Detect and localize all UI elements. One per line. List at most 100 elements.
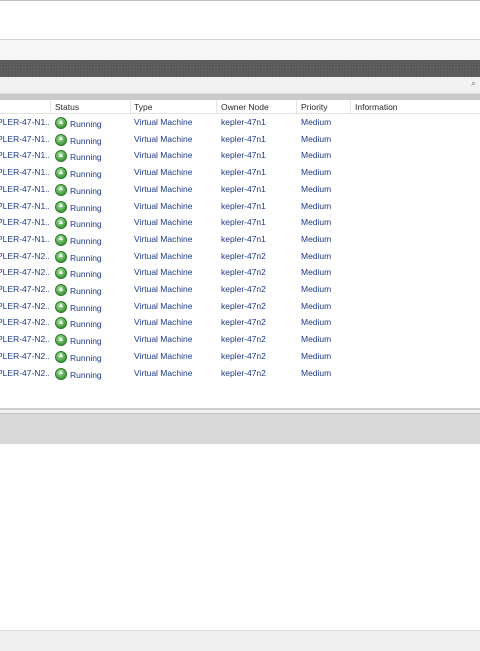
owner-node-cell: kepler-47n2 xyxy=(221,334,266,345)
role-name-cell: PLER-47-N1... xyxy=(0,217,49,228)
table-row[interactable]: PLER-47-N2... Running Virtual Machine keple… xyxy=(0,264,480,281)
role-name-cell: PLER-47-N1... xyxy=(0,183,49,194)
status-cell: Running xyxy=(55,217,102,230)
role-name-cell: PLER-47-N2... xyxy=(0,300,49,311)
table-row[interactable]: PLER-47-N1... Running Virtual Machine keple… xyxy=(0,131,480,148)
owner-node-cell: kepler-47n1 xyxy=(221,217,266,228)
type-cell: Virtual Machine xyxy=(134,150,193,161)
running-arrow-icon xyxy=(55,367,67,380)
table-row[interactable]: PLER-47-N1... Running Virtual Machine keple… xyxy=(0,231,480,248)
table-row[interactable]: PLER-47-N2... Running Virtual Machine keple… xyxy=(0,298,480,315)
column-header-information[interactable]: Information xyxy=(355,102,398,112)
owner-node-cell: kepler-47n1 xyxy=(221,117,266,127)
owner-node-cell: kepler-47n2 xyxy=(221,317,266,328)
type-cell: Virtual Machine xyxy=(134,167,193,178)
status-text: Running xyxy=(70,152,102,163)
running-arrow-icon xyxy=(55,217,67,230)
role-name-cell: PLER-47-N1... xyxy=(0,200,49,211)
table-row[interactable]: PLER-47-N1... Running Virtual Machine keple… xyxy=(0,114,480,131)
role-name-cell: PLER-47-N2... xyxy=(0,284,49,294)
priority-cell: Medium xyxy=(301,350,332,361)
running-arrow-icon xyxy=(55,334,67,347)
owner-node-cell: kepler-47n1 xyxy=(221,133,266,144)
table-row[interactable]: PLER-47-N1... Running Virtual Machine keple… xyxy=(0,181,480,198)
status-text: Running xyxy=(70,302,102,313)
owner-node-cell: kepler-47n2 xyxy=(221,284,266,294)
table-row[interactable]: PLER-47-N2... Running Virtual Machine keple… xyxy=(0,314,480,331)
status-text: Running xyxy=(70,185,102,196)
status-cell: Running xyxy=(55,200,102,213)
table-row[interactable]: PLER-47-N1... Running Virtual Machine keple… xyxy=(0,198,480,215)
owner-node-cell: kepler-47n2 xyxy=(221,250,266,261)
running-arrow-icon xyxy=(55,200,67,213)
status-text: Running xyxy=(70,219,102,230)
owner-node-cell: kepler-47n1 xyxy=(221,200,266,211)
status-text: Running xyxy=(70,336,102,347)
status-text: Running xyxy=(70,369,102,380)
type-cell: Virtual Machine xyxy=(134,117,193,127)
status-text: Running xyxy=(70,119,102,129)
status-text: Running xyxy=(70,352,102,363)
running-arrow-icon xyxy=(55,317,67,330)
type-cell: Virtual Machine xyxy=(134,133,193,144)
search-icon[interactable]: ⌕ xyxy=(471,78,476,89)
running-arrow-icon xyxy=(55,284,67,296)
role-name-cell: PLER-47-N1... xyxy=(0,150,49,161)
search-row[interactable]: ⌕ xyxy=(0,77,480,94)
pane-gap xyxy=(0,40,480,60)
column-separator[interactable] xyxy=(130,100,131,113)
status-cell: Running xyxy=(55,250,102,263)
type-cell: Virtual Machine xyxy=(134,317,193,328)
column-header-status[interactable]: Status xyxy=(55,102,79,112)
running-arrow-icon xyxy=(55,117,67,129)
type-cell: Virtual Machine xyxy=(134,267,193,278)
table-row[interactable]: PLER-47-N1... Running Virtual Machine keple… xyxy=(0,147,480,164)
table-row[interactable]: PLER-47-N1... Running Virtual Machine keple… xyxy=(0,214,480,231)
table-row[interactable]: PLER-47-N2... Running Virtual Machine keple… xyxy=(0,281,480,298)
column-header-priority[interactable]: Priority xyxy=(301,102,327,112)
status-text: Running xyxy=(70,269,102,280)
column-separator[interactable] xyxy=(50,100,51,113)
column-header-type[interactable]: Type xyxy=(134,102,152,112)
toolbar-area xyxy=(0,1,480,38)
running-arrow-icon xyxy=(55,350,67,363)
priority-cell: Medium xyxy=(301,300,332,311)
details-area xyxy=(0,444,480,630)
owner-node-cell: kepler-47n2 xyxy=(221,367,266,378)
status-cell: Running xyxy=(55,183,102,196)
column-header-owner-node[interactable]: Owner Node xyxy=(221,102,269,112)
type-cell: Virtual Machine xyxy=(134,217,193,228)
status-text: Running xyxy=(70,252,102,263)
status-text: Running xyxy=(70,169,102,180)
status-cell: Running xyxy=(55,300,102,313)
running-arrow-icon xyxy=(55,183,67,196)
roles-grid: Status Type Owner Node Priority Informat… xyxy=(0,100,480,410)
status-cell: Running xyxy=(55,150,102,163)
type-cell: Virtual Machine xyxy=(134,233,193,244)
running-arrow-icon xyxy=(55,300,67,313)
table-row[interactable]: PLER-47-N2... Running Virtual Machine keple… xyxy=(0,365,480,382)
status-cell: Running xyxy=(55,350,102,363)
role-name-cell: PLER-47-N2... xyxy=(0,334,49,345)
column-separator[interactable] xyxy=(216,100,217,113)
grid-header: Status Type Owner Node Priority Informat… xyxy=(0,100,480,114)
priority-cell: Medium xyxy=(301,167,332,178)
owner-node-cell: kepler-47n1 xyxy=(221,167,266,178)
priority-cell: Medium xyxy=(301,200,332,211)
status-cell: Running xyxy=(55,167,102,180)
priority-cell: Medium xyxy=(301,217,332,228)
running-arrow-icon xyxy=(55,233,67,246)
type-cell: Virtual Machine xyxy=(134,367,193,378)
status-cell: Running xyxy=(55,317,102,330)
table-row[interactable]: PLER-47-N2... Running Virtual Machine keple… xyxy=(0,348,480,365)
column-separator[interactable] xyxy=(350,100,351,113)
status-text: Running xyxy=(70,235,102,246)
table-row[interactable]: PLER-47-N2... Running Virtual Machine keple… xyxy=(0,331,480,348)
role-name-cell: PLER-47-N2... xyxy=(0,350,49,361)
table-row[interactable]: PLER-47-N1... Running Virtual Machine keple… xyxy=(0,164,480,181)
priority-cell: Medium xyxy=(301,367,332,378)
type-cell: Virtual Machine xyxy=(134,284,193,294)
status-cell: Running xyxy=(55,367,102,380)
column-separator[interactable] xyxy=(296,100,297,113)
table-row[interactable]: PLER-47-N2... Running Virtual Machine keple… xyxy=(0,248,480,265)
